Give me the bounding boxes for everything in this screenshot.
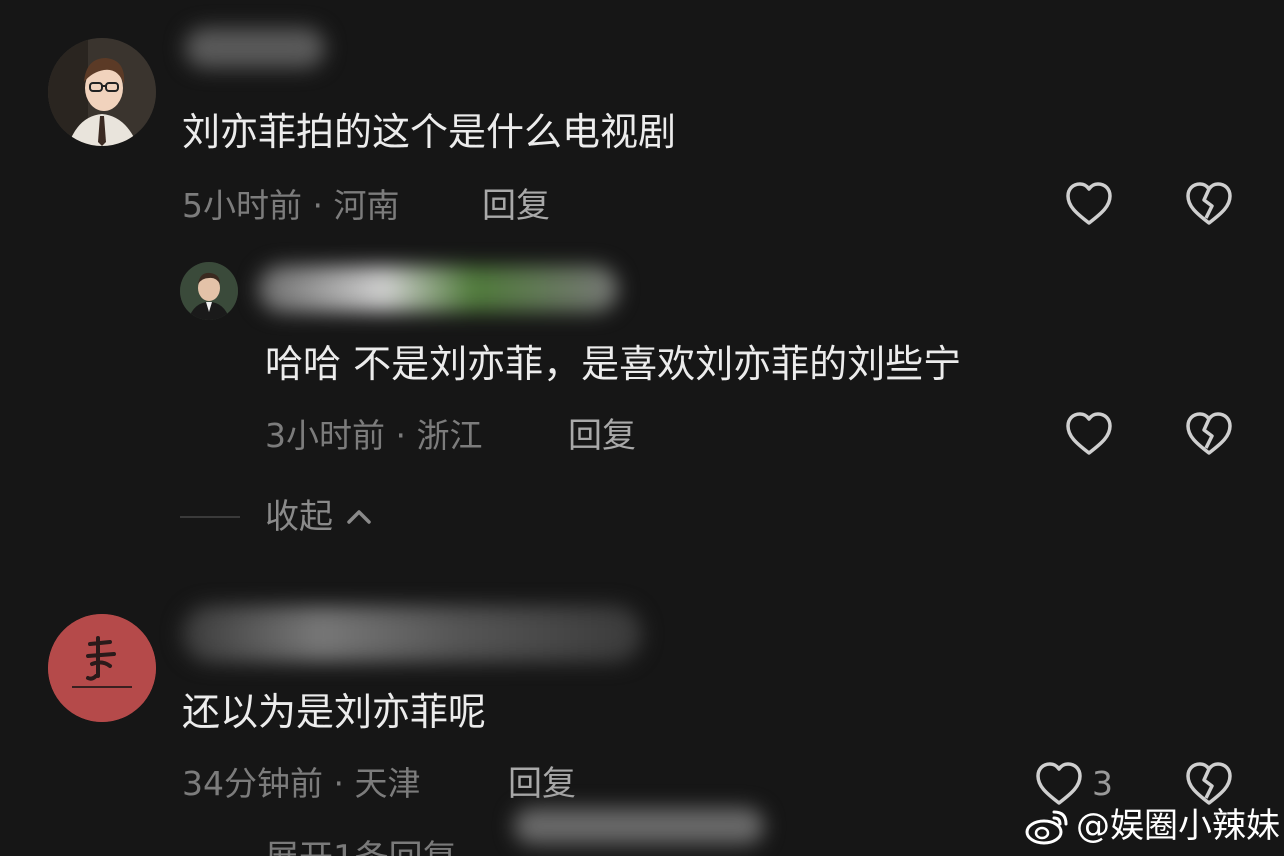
chevron-up-icon[interactable] [344, 504, 374, 528]
heart-outline-icon[interactable] [1064, 180, 1114, 228]
comment-meta: 5小时前 · 河南 [182, 186, 400, 225]
collapse-divider [180, 516, 240, 518]
collapse-replies-button[interactable]: 收起 [265, 497, 333, 537]
user-avatar[interactable] [48, 38, 156, 146]
heart-outline-icon[interactable] [1064, 410, 1114, 458]
user-avatar[interactable] [48, 614, 156, 722]
comment-text: 刘亦菲拍的这个是什么电视剧 [182, 110, 677, 154]
heart-outline-icon[interactable] [1034, 760, 1084, 808]
like-count: 3 [1092, 764, 1113, 803]
reply-text: 哈哈 不是刘亦菲，是喜欢刘亦菲的刘些宁 [265, 342, 962, 386]
blurred-username [182, 606, 642, 662]
comment-section: 刘亦菲拍的这个是什么电视剧 5小时前 · 河南 回复 哈哈 不是刘亦菲，是喜欢刘… [0, 0, 1284, 856]
broken-heart-icon[interactable] [1184, 180, 1234, 228]
weibo-logo-icon [1025, 810, 1068, 845]
expand-replies-button[interactable]: 展开1条回复 [265, 838, 457, 856]
reply-button[interactable]: 回复 [482, 186, 550, 226]
blurred-content [514, 808, 764, 844]
reply-to-reply-button[interactable]: 回复 [568, 416, 636, 456]
broken-heart-icon[interactable] [1184, 410, 1234, 458]
blurred-reply-username [258, 266, 618, 312]
watermark-text: @娱圈小辣妹 [1076, 806, 1280, 846]
reply-user-avatar[interactable] [180, 262, 238, 320]
blurred-username [185, 28, 325, 68]
reply-button[interactable]: 回复 [508, 764, 576, 804]
comment-meta: 34分钟前 · 天津 [182, 764, 421, 803]
avatar-cartoon-man-icon [48, 38, 156, 146]
avatar-calligraphy-logo-icon [48, 614, 156, 722]
reply-meta: 3小时前 · 浙江 [265, 416, 483, 455]
broken-heart-icon[interactable] [1184, 760, 1234, 808]
comment-text: 还以为是刘亦菲呢 [182, 690, 487, 734]
avatar-man-suit-icon [180, 262, 238, 320]
